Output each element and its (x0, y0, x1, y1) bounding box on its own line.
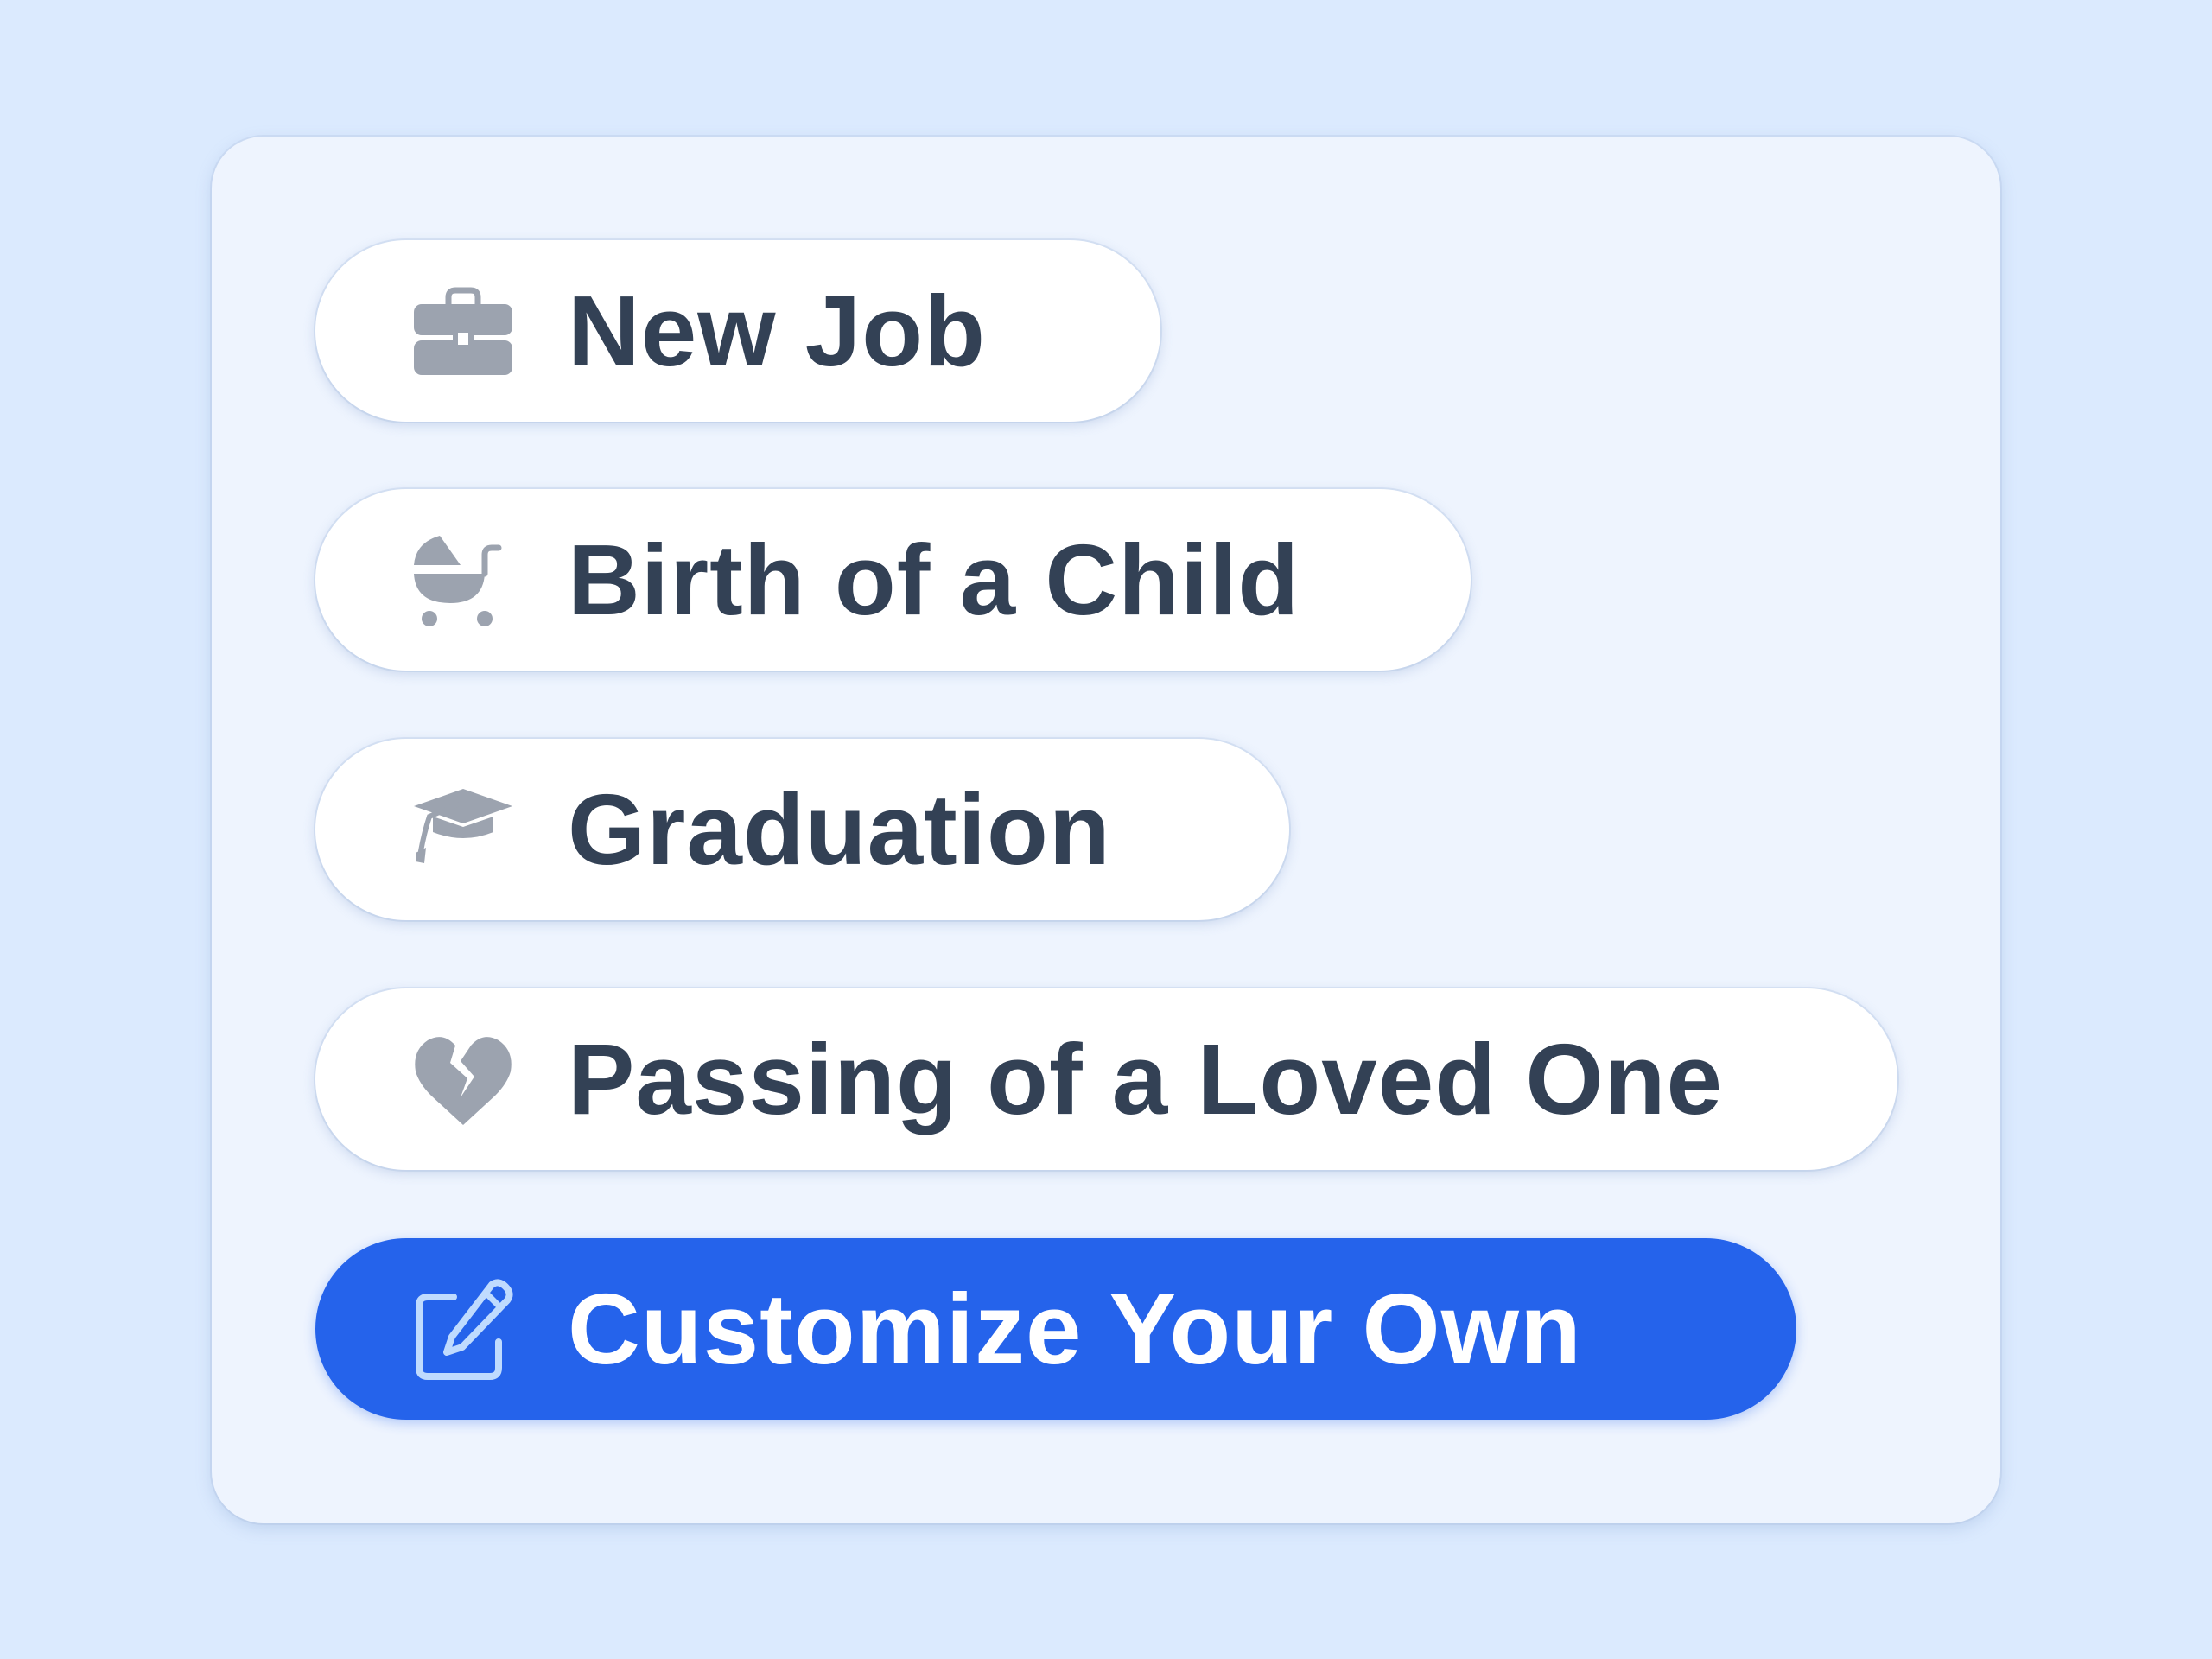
option-label: Graduation (568, 773, 1111, 886)
option-new-job[interactable]: New Job (315, 240, 1160, 422)
option-customize-your-own[interactable]: Customize Your Own (315, 1238, 1796, 1420)
broken-heart-icon (412, 1028, 514, 1130)
option-label: Birth of a Child (568, 524, 1300, 636)
option-passing-of-a-loved-one[interactable]: Passing of a Loved One (315, 988, 1897, 1170)
option-label: New Job (568, 275, 986, 387)
option-label: Customize Your Own (568, 1273, 1582, 1385)
baby-carriage-icon (412, 529, 514, 631)
briefcase-icon (412, 280, 514, 382)
option-graduation[interactable]: Graduation (315, 739, 1289, 920)
graduation-cap-icon (412, 779, 514, 880)
edit-pencil-icon (412, 1278, 514, 1380)
option-label: Passing of a Loved One (568, 1023, 1723, 1135)
option-birth-of-a-child[interactable]: Birth of a Child (315, 489, 1471, 671)
